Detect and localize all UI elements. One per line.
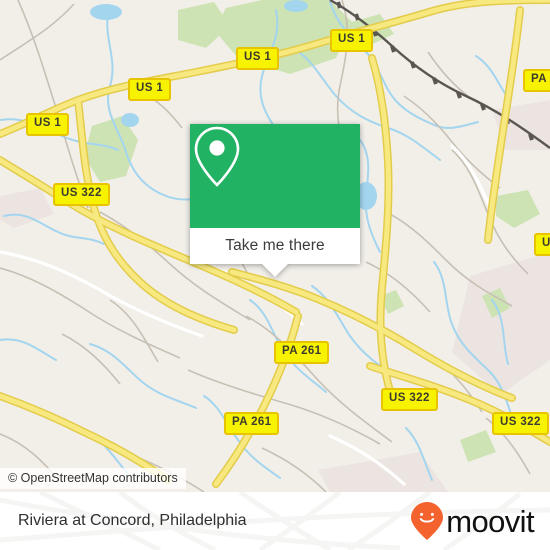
- footer-bar: Riviera at Concord, Philadelphia moovit: [0, 492, 550, 550]
- road-shield: US 322: [381, 388, 438, 411]
- callout-tail: [262, 264, 288, 277]
- road-shield: US 1: [26, 113, 70, 136]
- map-canvas[interactable]: US 1 US 1 US 1 US 1 PA US 322 US PA 261 …: [0, 0, 550, 492]
- road-shield: PA 261: [224, 412, 280, 435]
- callout-action[interactable]: Take me there: [190, 228, 360, 264]
- moovit-brand[interactable]: moovit: [410, 501, 535, 541]
- road-shield: US 1: [236, 47, 280, 70]
- location-callout[interactable]: Take me there: [190, 124, 360, 277]
- map-screenshot: US 1 US 1 US 1 US 1 PA US 322 US PA 261 …: [0, 0, 550, 550]
- road-shield: US 322: [492, 412, 549, 435]
- osm-attribution[interactable]: © OpenStreetMap contributors: [0, 468, 186, 489]
- take-me-there-label: Take me there: [225, 237, 325, 254]
- road-shield: US 322: [53, 183, 110, 206]
- road-shield: PA: [523, 69, 550, 92]
- road-shield: US 1: [330, 29, 374, 52]
- callout-header: [190, 124, 360, 228]
- road-shield: PA 261: [274, 341, 330, 364]
- road-shield: US 1: [128, 78, 172, 101]
- road-shield: US: [534, 233, 550, 256]
- place-title: Riviera at Concord, Philadelphia: [18, 512, 247, 529]
- map-pin-icon: [194, 126, 240, 187]
- moovit-wordmark: moovit: [446, 503, 534, 539]
- moovit-pin-smile-icon: [411, 502, 444, 540]
